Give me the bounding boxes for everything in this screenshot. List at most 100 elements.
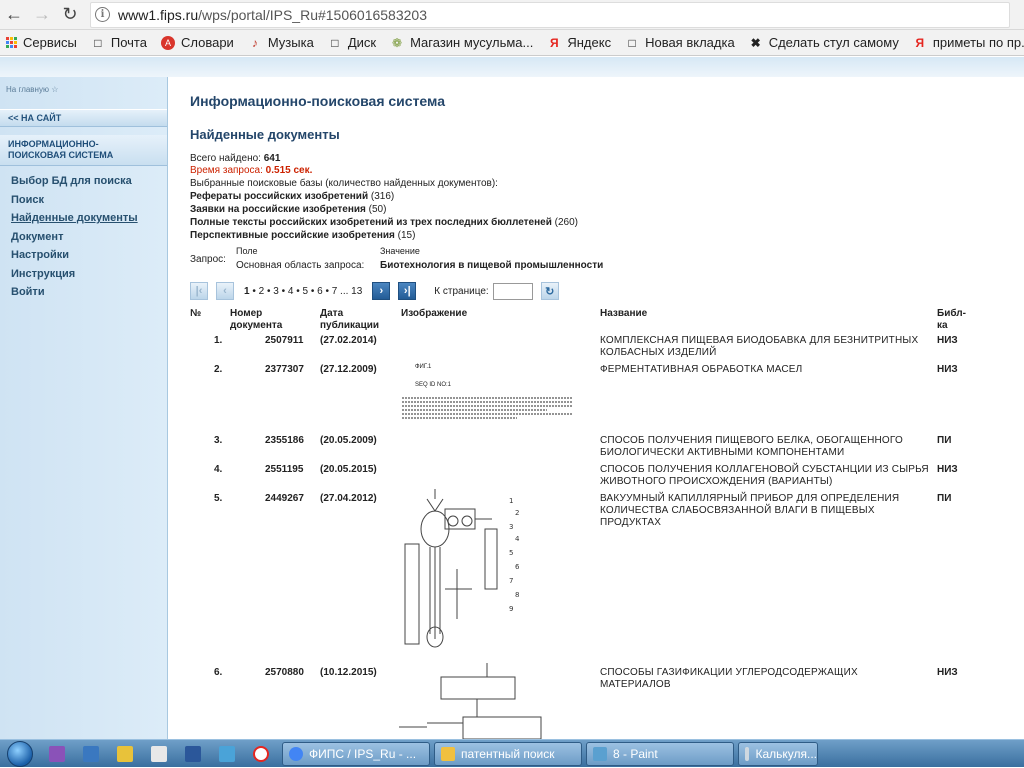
bookmark-new-tab[interactable]: □ Новая вкладка [625,35,734,50]
start-button[interactable] [0,740,40,768]
back-arrow-icon[interactable]: ← [0,2,28,28]
query-value-header: Значение [380,246,420,256]
doc-title: СПОСОБ ПОЛУЧЕНИЯ КОЛЛАГЕНОВОЙ СУБСТАНЦИИ… [600,464,929,487]
sidebar-item-login[interactable]: Войти [11,283,167,302]
page-icon: □ [628,35,636,50]
sidebar-item-search[interactable]: Поиск [11,191,167,210]
db-line[interactable]: Рефераты российских изобретений (316) [190,191,394,202]
svg-text:1: 1 [509,497,513,505]
doc-title: ФЕРМЕНТАТИВНАЯ ОБРАБОТКА МАСЕЛ [600,364,803,375]
prev-page-icon[interactable]: ‹ [216,282,234,300]
section-title: Найденные документы [190,127,340,142]
info-icon[interactable]: i [95,7,110,22]
query-field-header: Поле [236,246,258,256]
db-line[interactable]: Перспективные российские изобретения (15… [190,230,415,241]
last-page-icon[interactable]: ›| [398,282,417,300]
quicklaunch-app-icon[interactable] [40,742,74,766]
url-path: /wps/portal/IPS_Ru#1506016583203 [198,6,427,23]
lib-code: НИЗ [937,335,958,346]
bookmark-dictionaries[interactable]: A Словари [160,35,234,50]
query-label: Запрос: [190,254,226,265]
header-banner [0,57,1024,77]
lib-code: НИЗ [937,464,958,475]
query-value: Биотехнология в пищевой промышленности [380,260,604,271]
task-folder[interactable]: патентный поиск [434,741,582,766]
windows-logo-icon [7,740,33,767]
page-icon: □ [94,35,102,50]
address-bar[interactable]: i www1.fips.ru/wps/portal/IPS_Ru#1506016… [90,1,1010,28]
doc-number-link[interactable]: 2570880 [265,667,304,679]
apparatus-drawing-image[interactable]: 123 456 789 [397,489,547,657]
tools-icon: ✖ [750,35,761,50]
yandex-icon: Я [550,35,559,50]
doc-number-link[interactable]: 2507911 [265,335,303,347]
home-link[interactable]: На главную ☆ [0,77,167,109]
bookmark-chair[interactable]: ✖ Сделать стул самому [749,35,899,50]
apps-grid-icon [6,37,17,48]
col-header-num: № [190,308,202,319]
sequence-text-image [402,397,573,419]
quicklaunch-file-icon[interactable] [142,742,176,766]
next-page-icon[interactable]: › [372,282,391,300]
goto-page-label: К странице: [434,285,489,297]
bookmark-shop[interactable]: ❁ Магазин мусульма... [390,35,533,50]
doc-title: ВАКУУМНЫЙ КАПИЛЛЯРНЫЙ ПРИБОР ДЛЯ ОПРЕДЕЛ… [600,493,900,528]
sidebar-item-document[interactable]: Документ [11,228,167,247]
quicklaunch-word-icon[interactable] [176,742,210,766]
bookmark-services[interactable]: Сервисы [6,35,77,50]
first-page-icon[interactable]: |‹ [190,282,208,300]
back-to-site-link[interactable]: << НА САЙТ [0,109,167,127]
reload-icon[interactable]: ↻ [56,2,84,28]
bookmark-disk[interactable]: □ Диск [328,35,376,50]
folder-icon [441,746,455,761]
gasification-diagram-image[interactable] [397,663,557,739]
doc-title: СПОСОБ ПОЛУЧЕНИЯ ПИЩЕВОГО БЕЛКА, ОБОГАЩЕ… [600,435,903,458]
doc-number-link[interactable]: 2355186 [265,435,304,447]
lib-code: ПИ [937,493,952,504]
bookmark-omens[interactable]: Яприметы по пр... [913,35,1024,50]
calculator-icon [745,746,750,761]
taskbar: ФИПС / IPS_Ru - ... патентный поиск 8 - … [0,739,1024,767]
dictionary-icon: A [160,35,175,50]
pub-date: (20.05.2009) [320,435,377,446]
db-line[interactable]: Полные тексты российских изобретений из … [190,217,578,228]
svg-text:9: 9 [509,605,513,613]
bookmark-music[interactable]: ♪ Музыка [248,35,314,50]
sidebar-item-db-select[interactable]: Выбор БД для поиска [11,172,167,191]
go-refresh-icon[interactable]: ↻ [540,282,559,300]
doc-number-link[interactable]: 2449267 [265,493,304,505]
quicklaunch-app2-icon[interactable] [210,742,244,766]
col-header-image: Изображение [401,308,468,319]
sidebar-item-found-docs[interactable]: Найденные документы [11,209,167,228]
quicklaunch-yandex-icon[interactable] [108,742,142,766]
forward-arrow-icon[interactable]: → [28,2,56,28]
goto-page-input[interactable] [492,282,533,300]
task-calculator[interactable]: Калькуля... [738,741,818,766]
svg-text:2: 2 [515,509,519,517]
music-icon: ♪ [251,35,258,50]
db-line[interactable]: Заявки на российские изобретения (50) [190,204,386,215]
sidebar-section-title: ИНФОРМАЦИОННО- ПОИСКОВАЯ СИСТЕМА [0,135,167,166]
quicklaunch-media-icon[interactable] [74,742,108,766]
bookmark-yandex[interactable]: Я Яндекс [547,35,611,50]
svg-text:7: 7 [509,577,513,585]
task-chrome[interactable]: ФИПС / IPS_Ru - ... [282,741,430,766]
query-field: Основная область запроса: [236,260,365,271]
paint-icon [593,746,607,761]
page-icon: □ [331,35,339,50]
sidebar-item-settings[interactable]: Настройки [11,246,167,265]
task-paint[interactable]: 8 - Paint [586,741,734,766]
doc-number-link[interactable]: 2551195 [265,464,303,476]
page-numbers[interactable]: 1 • 2 • 3 • 4 • 5 • 6 • 7 ... 13 [244,286,362,297]
star-icon: ☆ [51,85,59,94]
sequence-figure-image[interactable]: ФИГ.1 SEQ ID NO:1 [397,364,582,424]
bookmark-mail[interactable]: □ Почта [91,35,147,50]
col-header-date: Дата публикации [320,308,380,331]
sidebar-item-manual[interactable]: Инструкция [11,265,167,284]
quicklaunch-yandex-browser-icon[interactable] [244,742,278,766]
pub-date: (27.02.2014) [320,335,377,346]
sidebar-menu: Выбор БД для поиска Поиск Найденные доку… [0,166,167,302]
doc-number-link[interactable]: 2377307 [265,364,304,376]
lib-code: НИЗ [937,364,958,375]
doc-title: КОМПЛЕКСНАЯ ПИЩЕВАЯ БИОДОБАВКА ДЛЯ БЕЗНИ… [600,335,919,358]
